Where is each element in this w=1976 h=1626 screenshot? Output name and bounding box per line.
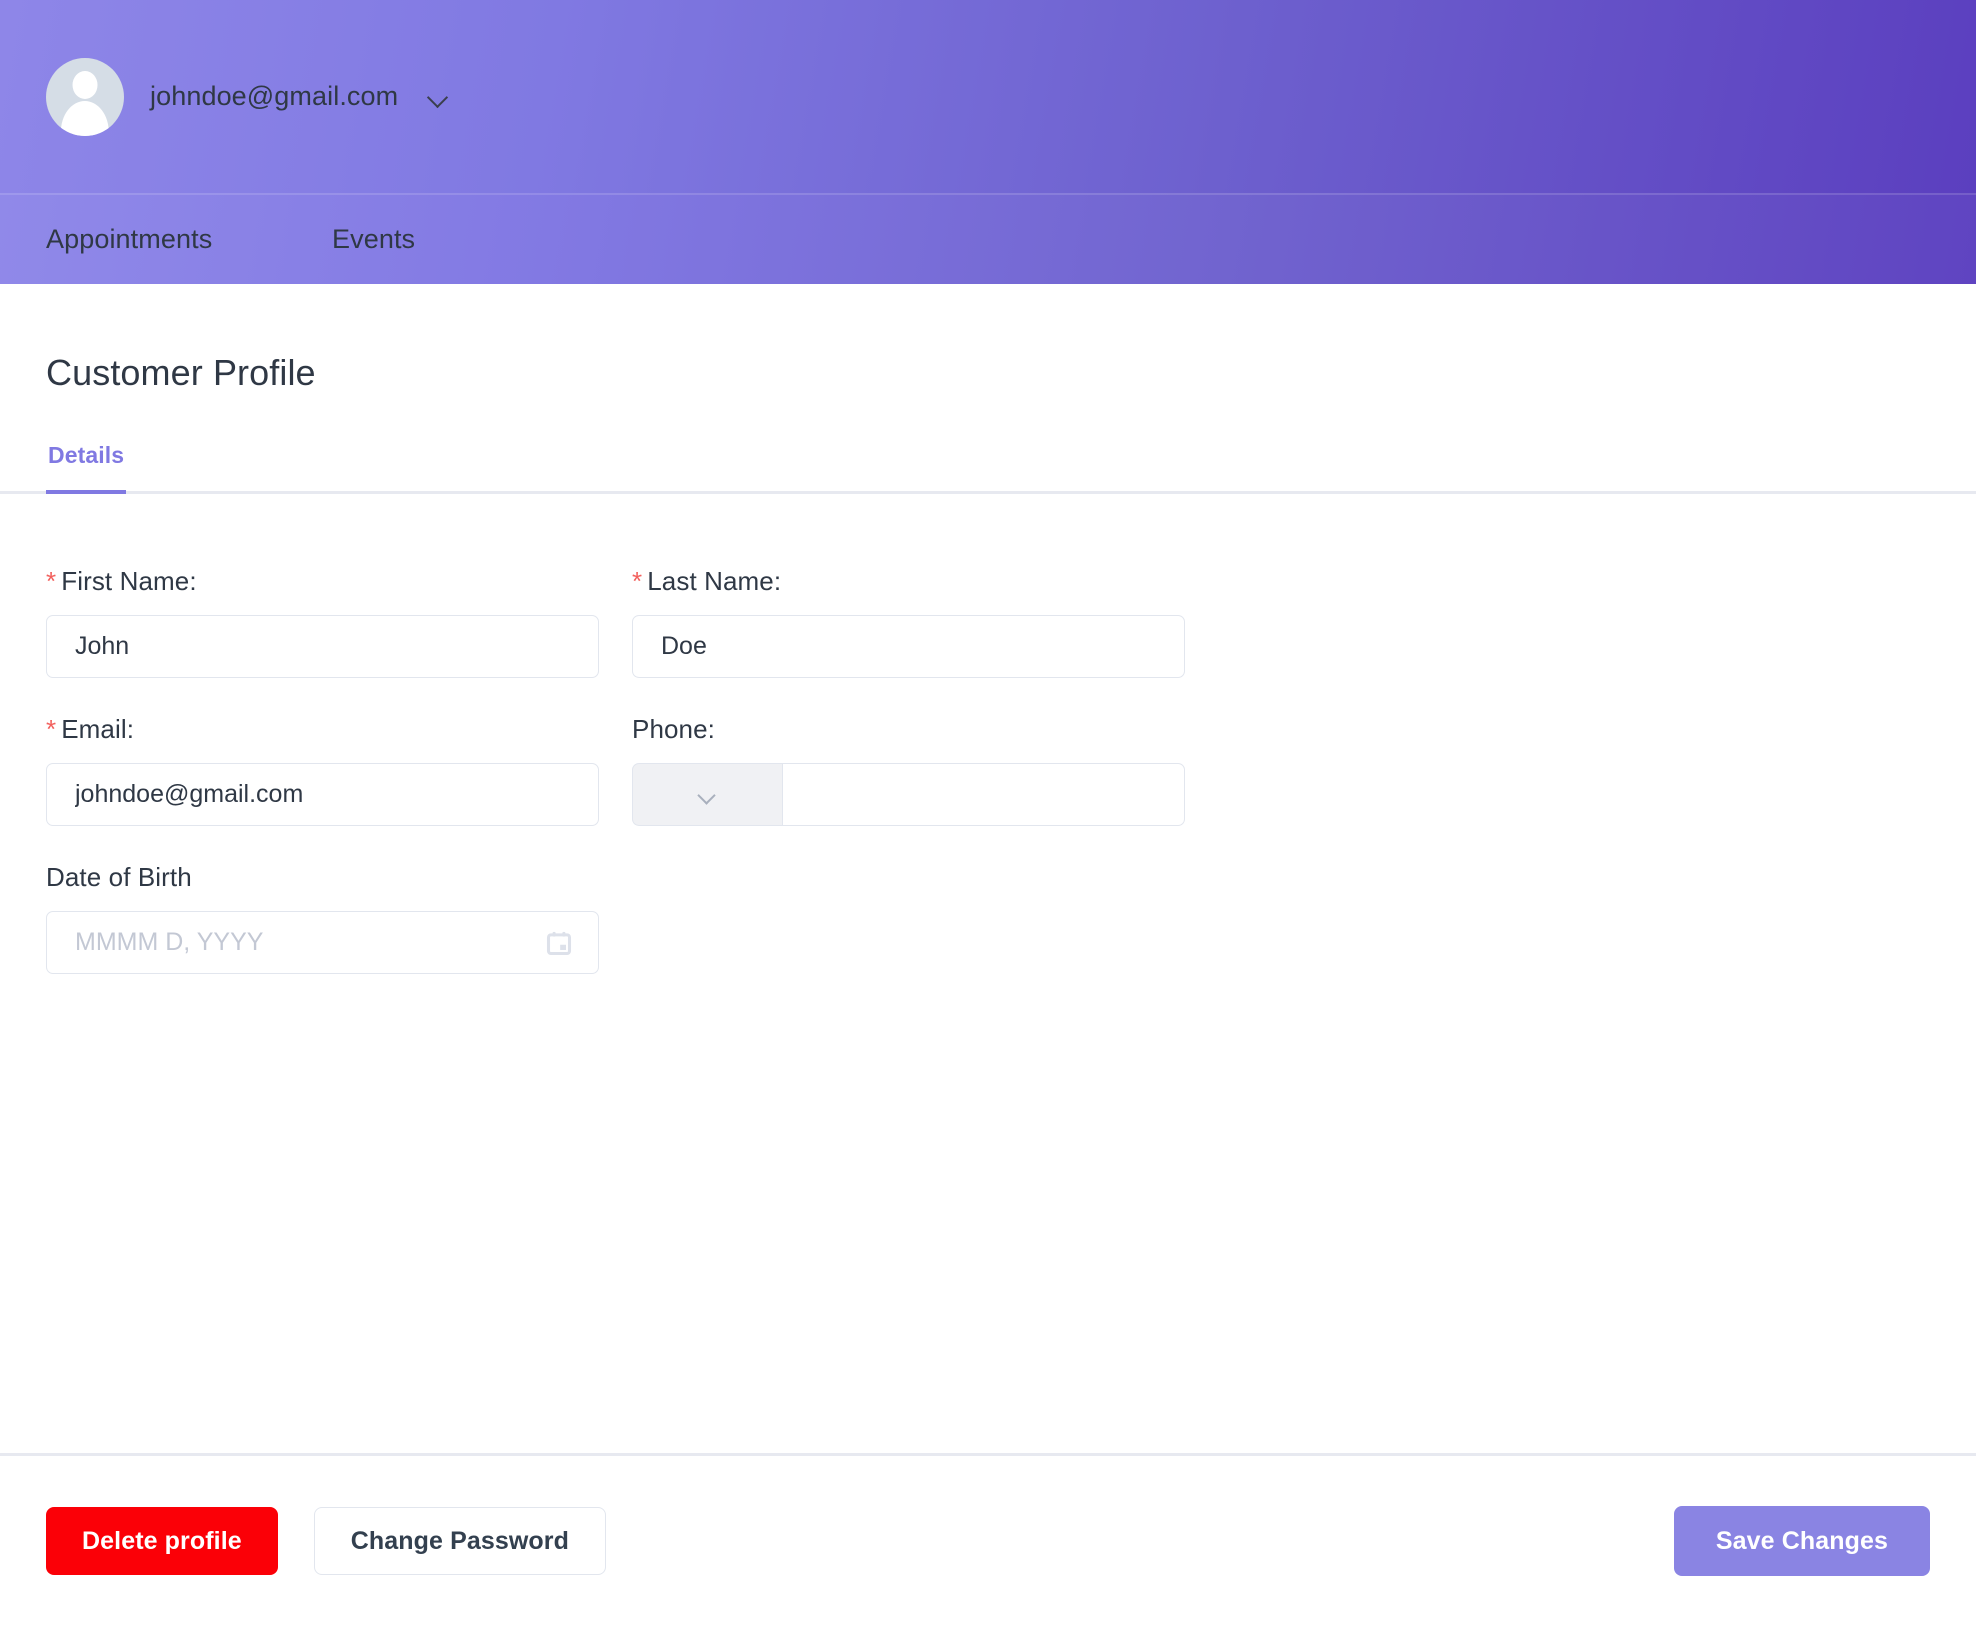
form-row-contact: *Email: Phone: <box>46 714 1930 826</box>
customer-profile-page: johndoe@gmail.com Appointments Events Cu… <box>0 0 1976 1626</box>
field-phone: Phone: <box>632 714 1185 826</box>
account-menu[interactable]: johndoe@gmail.com <box>46 57 450 136</box>
phone-label: Phone: <box>632 714 716 744</box>
page-title: Customer Profile <box>46 352 316 393</box>
nav-item-appointments[interactable]: Appointments <box>46 224 332 255</box>
account-email-label: johndoe@gmail.com <box>150 81 399 111</box>
last-name-input[interactable] <box>632 615 1185 678</box>
date-of-birth-label: Date of Birth <box>46 862 192 892</box>
required-asterisk: * <box>632 566 643 596</box>
delete-profile-button[interactable]: Delete profile <box>46 1507 278 1575</box>
first-name-input[interactable] <box>46 615 599 678</box>
footer-action-bar: Delete profile Change Password Save Chan… <box>0 1453 1976 1626</box>
email-input[interactable] <box>46 763 599 826</box>
tab-details[interactable]: Details <box>46 442 127 494</box>
form-row-names: *First Name: *Last Name: <box>46 566 1930 678</box>
date-of-birth-input[interactable] <box>46 911 599 974</box>
field-email: * Email: <box>46 714 599 826</box>
first-name-label-text: First Name: <box>61 566 197 596</box>
primary-nav-bar: Appointments Events <box>0 193 1976 284</box>
page-content: Customer Profile Details *First Name: *L… <box>0 284 1976 1626</box>
email-label: * Email: <box>46 714 599 745</box>
profile-form: *First Name: *Last Name: *Email: Phone: <box>46 494 1930 974</box>
top-header-bar: johndoe@gmail.com <box>0 0 1976 193</box>
phone-number-input[interactable] <box>782 763 1185 826</box>
chevron-down-icon[interactable] <box>428 90 450 103</box>
save-changes-button[interactable]: Save Changes <box>1673 1506 1930 1576</box>
field-first-name: * First Name: <box>46 566 599 678</box>
form-row-dob: Date of Birth <box>46 862 1930 974</box>
nav-item-events[interactable]: Events <box>332 224 415 255</box>
field-date-of-birth: Date of Birth <box>46 862 599 974</box>
email-label-text: Email: <box>61 714 135 744</box>
last-name-label: * Last Name: <box>632 566 1185 597</box>
required-asterisk: * <box>46 566 57 596</box>
first-name-label: * First Name: <box>46 566 599 597</box>
tab-bar: Details <box>0 442 1976 494</box>
required-asterisk: * <box>46 714 57 744</box>
phone-country-code-select[interactable] <box>632 763 782 826</box>
change-password-button[interactable]: Change Password <box>313 1507 607 1575</box>
user-avatar-icon <box>46 57 124 136</box>
chevron-down-icon <box>698 789 717 800</box>
date-of-birth-wrapper <box>46 911 599 974</box>
last-name-label-text: Last Name: <box>647 566 782 596</box>
field-last-name: * Last Name: <box>632 566 1185 678</box>
phone-input-group <box>632 763 1185 826</box>
